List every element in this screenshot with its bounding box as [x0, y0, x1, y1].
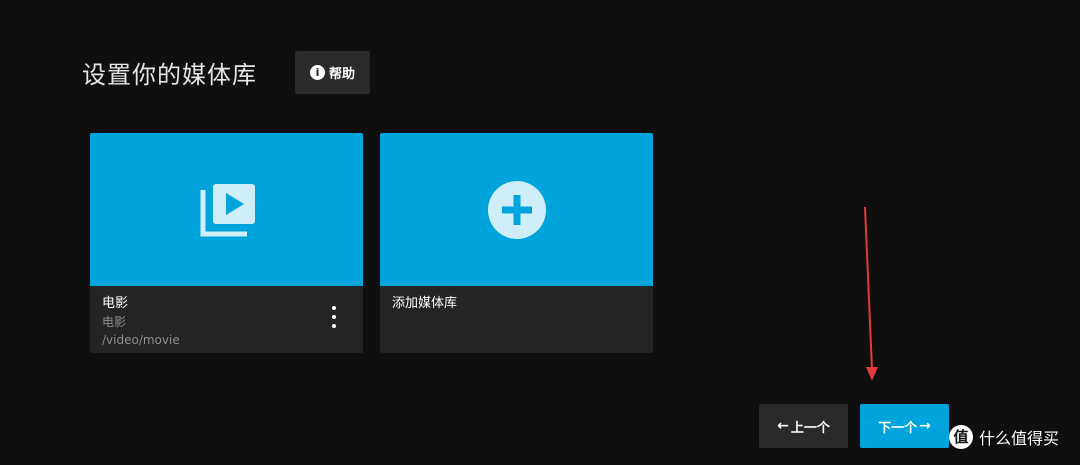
more-options-icon[interactable] — [329, 306, 339, 328]
help-button-label: 帮助 — [328, 67, 355, 82]
arrow-right-icon: → — [919, 418, 931, 434]
watermark-logo-icon: 值 — [949, 425, 973, 449]
previous-button[interactable]: ← 上一个 — [759, 404, 848, 448]
watermark-text: 什么值得买 — [979, 429, 1060, 448]
previous-button-label: 上一个 — [790, 420, 830, 436]
video-library-icon — [200, 183, 255, 236]
arrow-left-icon: ← — [777, 418, 789, 434]
add-circle-icon — [487, 180, 546, 239]
help-button[interactable]: i 帮助 — [295, 51, 370, 94]
add-library-card[interactable]: 添加媒体库 — [380, 133, 653, 353]
setup-media-library-page: 设置你的媒体库 i 帮助 电影 电影 /video/movie 添加媒体库 ← … — [0, 0, 1080, 465]
next-button-label: 下一个 — [878, 420, 918, 436]
library-card-info: 电影 电影 /video/movie — [90, 286, 363, 353]
page-title: 设置你的媒体库 — [82, 61, 257, 89]
next-button[interactable]: 下一个 → — [860, 404, 949, 448]
library-card-thumbnail[interactable] — [90, 133, 363, 286]
add-library-thumbnail[interactable] — [380, 133, 653, 286]
library-name: 电影 — [102, 296, 129, 311]
library-type: 电影 — [102, 315, 127, 329]
annotation-arrow-icon — [864, 206, 878, 381]
add-library-info: 添加媒体库 — [380, 286, 653, 353]
add-library-label: 添加媒体库 — [392, 296, 458, 311]
watermark: 值 什么值得买 — [949, 425, 1059, 449]
library-card-movies[interactable]: 电影 电影 /video/movie — [90, 133, 363, 353]
info-icon: i — [309, 65, 325, 80]
library-path: /video/movie — [102, 333, 180, 347]
